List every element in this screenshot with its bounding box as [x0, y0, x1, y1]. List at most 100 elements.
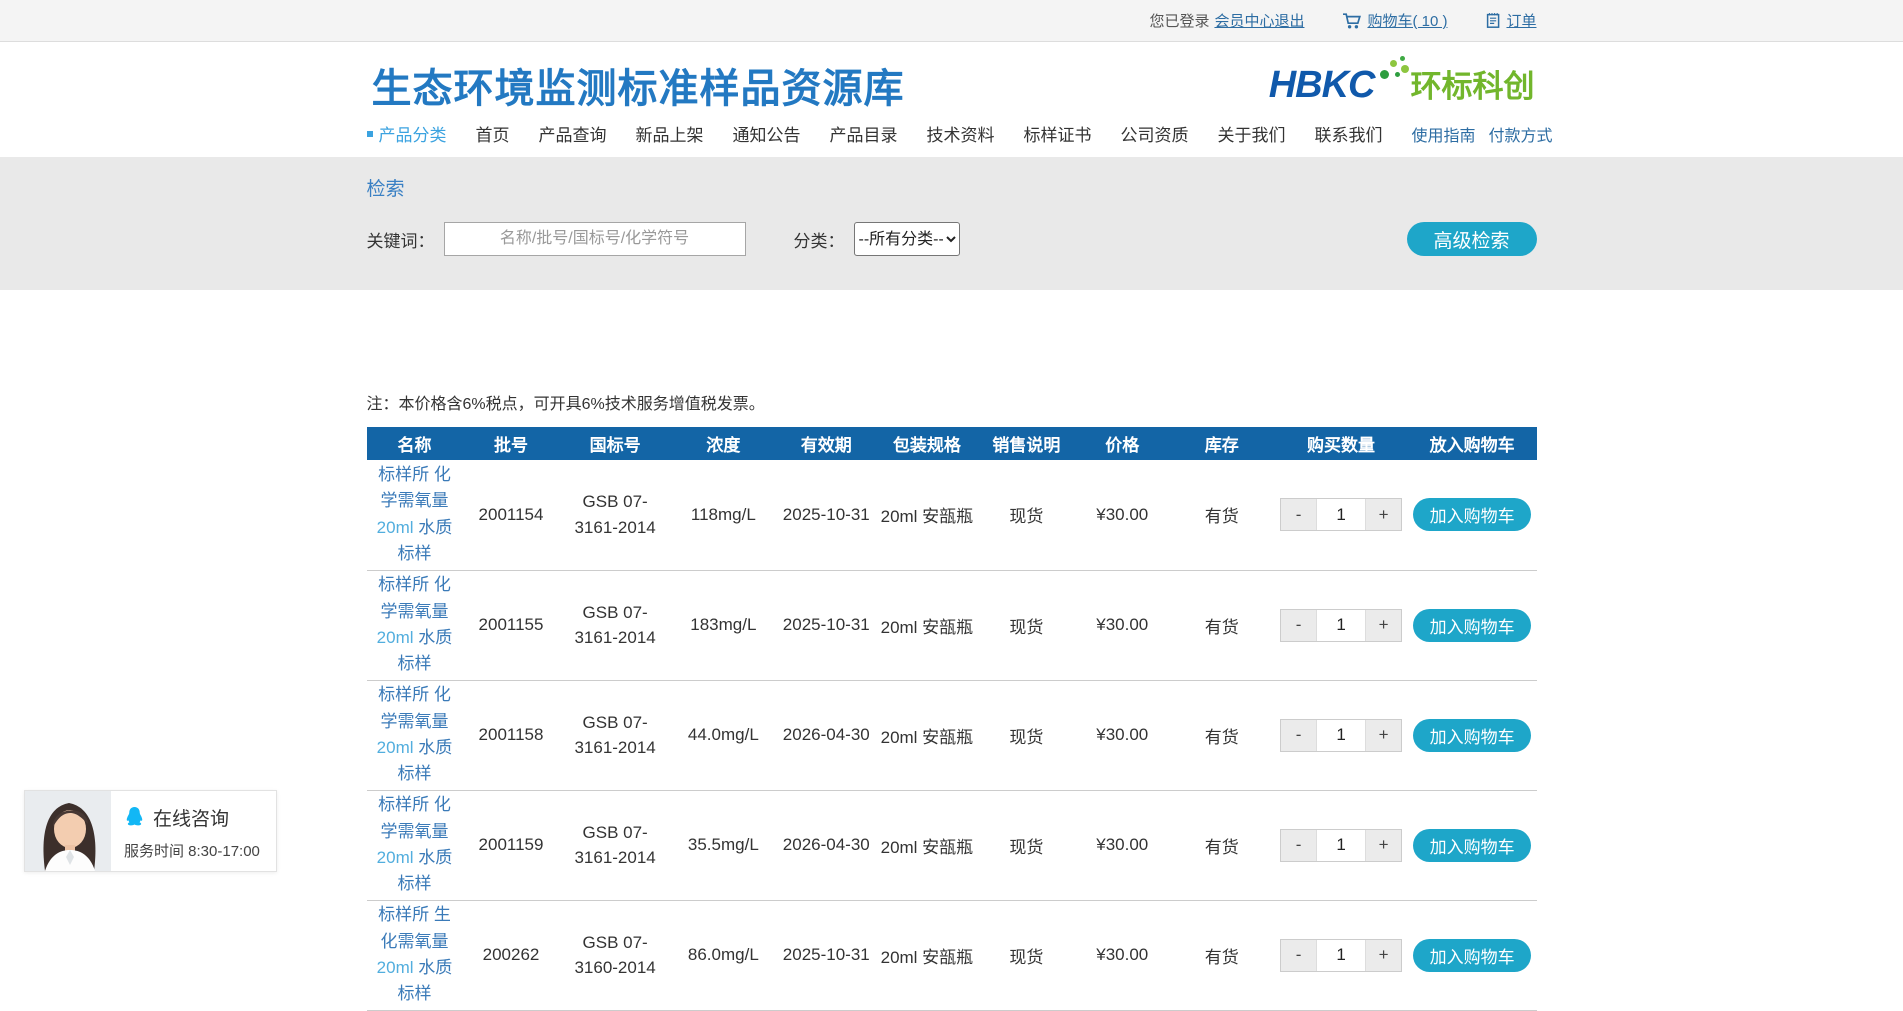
qq-icon	[124, 806, 145, 829]
qty-input[interactable]	[1316, 830, 1366, 861]
site-header: 生态环境监测标准样品资源库 HBKC 环标科创 产品分类 首页 产品查询 新品上架 通…	[0, 42, 1903, 157]
concentration: 118mg/L	[671, 460, 776, 570]
add-to-cart-button[interactable]: 加入购物车	[1413, 829, 1531, 862]
packaging: 20ml 安瓿瓶	[877, 900, 978, 1010]
product-name-link[interactable]: 标样所 化学需氧量 20ml 水质标样	[371, 682, 459, 787]
column-header: 批号	[462, 427, 559, 460]
price: ¥30.00	[1075, 570, 1169, 680]
column-header: 销售说明	[977, 427, 1075, 460]
product-name-link[interactable]: 标样所 化学需氧量 20ml 水质标样	[371, 462, 459, 567]
expiry-date: 2025-10-31	[776, 460, 877, 570]
batch-number: 2001155	[462, 570, 559, 680]
stock-status: 有货	[1169, 460, 1274, 570]
nav-item[interactable]: 技术资料	[927, 121, 995, 146]
nav-item[interactable]: 联系我们	[1315, 121, 1383, 146]
qty-minus-button[interactable]: -	[1281, 499, 1316, 530]
brand-logo: HBKC 环标科创	[1269, 66, 1535, 104]
nav-item[interactable]: 新品上架	[636, 121, 704, 146]
stock-status: 有货	[1169, 680, 1274, 790]
nav-item[interactable]: 产品查询	[539, 121, 607, 146]
nav-item[interactable]: 产品目录	[830, 121, 898, 146]
active-bullet-icon	[367, 131, 373, 137]
online-chat-widget[interactable]: 在线咨询 服务时间 8:30-17:00	[24, 790, 277, 872]
qty-plus-button[interactable]: +	[1366, 830, 1401, 861]
concentration: 86.0mg/L	[671, 900, 776, 1010]
gsb-number: GSB 07-3161-2014	[560, 570, 671, 680]
name-cell: 标样所 生化需氧量 20ml 水质标样	[367, 900, 463, 1010]
gsb-number: GSB 07-3161-2014	[560, 790, 671, 900]
nav-item[interactable]: 关于我们	[1218, 121, 1286, 146]
table-header-row: 名称批号国标号浓度有效期包装规格销售说明价格库存购买数量放入购物车	[367, 427, 1537, 460]
batch-number: 200262	[462, 900, 559, 1010]
product-name-link[interactable]: 标样所 生化需氧量 20ml 水质标样	[371, 902, 459, 1007]
advanced-search-button[interactable]: 高级检索	[1407, 222, 1537, 256]
batch-number: 2001159	[462, 790, 559, 900]
product-row: 标样所 化学需氧量 20ml 水质标样2001155GSB 07-3161-20…	[367, 570, 1537, 680]
expiry-date: 2026-04-30	[776, 680, 877, 790]
stock-status: 有货	[1169, 900, 1274, 1010]
column-header: 有效期	[776, 427, 877, 460]
concentration: 44.0mg/L	[671, 680, 776, 790]
orders-icon	[1485, 12, 1501, 29]
qty-plus-button[interactable]: +	[1366, 940, 1401, 971]
add-to-cart-button[interactable]: 加入购物车	[1413, 498, 1531, 531]
nav-item[interactable]: 首页	[476, 121, 510, 146]
column-header: 名称	[367, 427, 463, 460]
cart-link[interactable]: 购物车( 10 )	[1367, 10, 1447, 31]
qty-input[interactable]	[1316, 610, 1366, 641]
qty-minus-button[interactable]: -	[1281, 610, 1316, 641]
keyword-input[interactable]	[444, 222, 746, 256]
qty-minus-button[interactable]: -	[1281, 940, 1316, 971]
orders-link[interactable]: 订单	[1506, 10, 1536, 31]
price: ¥30.00	[1075, 900, 1169, 1010]
main-nav: 产品分类 首页 产品查询 新品上架 通知公告 产品目录 技术资料 标样证书 公司资质 关于我们 联…	[367, 121, 1537, 146]
product-row: 标样所 生化需氧量 20ml 水质标样200262GSB 07-3160-201…	[367, 900, 1537, 1010]
batch-number: 2001158	[462, 680, 559, 790]
add-to-cart-button[interactable]: 加入购物车	[1413, 719, 1531, 752]
qty-input[interactable]	[1316, 940, 1366, 971]
site-title: 生态环境监测标准样品资源库	[372, 56, 905, 114]
chat-hours: 服务时间 8:30-17:00	[124, 840, 276, 861]
add-to-cart-button[interactable]: 加入购物车	[1413, 939, 1531, 972]
qty-minus-button[interactable]: -	[1281, 830, 1316, 861]
product-row: 标样所 化学需氧量 20ml 水质标样2001154GSB 07-3161-20…	[367, 460, 1537, 570]
qty-plus-button[interactable]: +	[1366, 499, 1401, 530]
price: ¥30.00	[1075, 680, 1169, 790]
nav-utility-links: 使用指南 付款方式	[1412, 122, 1553, 146]
nav-item-product-category[interactable]: 产品分类	[367, 121, 447, 146]
quantity-stepper: -+	[1280, 939, 1402, 972]
name-highlight: 20ml	[377, 628, 414, 647]
nav-item[interactable]: 标样证书	[1024, 121, 1092, 146]
product-name-link[interactable]: 标样所 化学需氧量 20ml 水质标样	[371, 572, 459, 677]
member-center-logout-link[interactable]: 会员中心退出	[1214, 10, 1304, 31]
add-to-cart-cell: 加入购物车	[1408, 900, 1537, 1010]
price: ¥30.00	[1075, 790, 1169, 900]
expiry-date: 2026-04-30	[776, 790, 877, 900]
qty-input[interactable]	[1316, 499, 1366, 530]
payment-method-link[interactable]: 付款方式	[1489, 122, 1553, 146]
tax-note: 注：本价格含6%税点，可开具6%技术服务增值税发票。	[367, 390, 1537, 414]
add-to-cart-cell: 加入购物车	[1408, 790, 1537, 900]
sales-note: 现货	[977, 460, 1075, 570]
name-cell: 标样所 化学需氧量 20ml 水质标样	[367, 570, 463, 680]
search-title: 检索	[367, 174, 1537, 201]
qty-plus-button[interactable]: +	[1366, 720, 1401, 751]
chat-info: 在线咨询 服务时间 8:30-17:00	[111, 791, 276, 871]
gsb-number: GSB 07-3160-2014	[560, 900, 671, 1010]
nav-item[interactable]: 通知公告	[733, 121, 801, 146]
qty-minus-button[interactable]: -	[1281, 720, 1316, 751]
add-to-cart-cell: 加入购物车	[1408, 680, 1537, 790]
qty-plus-button[interactable]: +	[1366, 610, 1401, 641]
product-row: 标样所 化学需氧量 20ml 水质标样2001159GSB 07-3161-20…	[367, 790, 1537, 900]
usage-guide-link[interactable]: 使用指南	[1412, 122, 1476, 146]
brand-abbr: HBKC	[1269, 66, 1411, 104]
product-name-link[interactable]: 标样所 化学需氧量 20ml 水质标样	[371, 792, 459, 897]
brand-name: 环标科创	[1411, 71, 1535, 104]
add-to-cart-cell: 加入购物车	[1408, 570, 1537, 680]
qty-input[interactable]	[1316, 720, 1366, 751]
column-header: 国标号	[560, 427, 671, 460]
packaging: 20ml 安瓿瓶	[877, 680, 978, 790]
add-to-cart-button[interactable]: 加入购物车	[1413, 609, 1531, 642]
nav-item[interactable]: 公司资质	[1121, 121, 1189, 146]
category-select[interactable]: --所有分类--	[854, 222, 960, 256]
